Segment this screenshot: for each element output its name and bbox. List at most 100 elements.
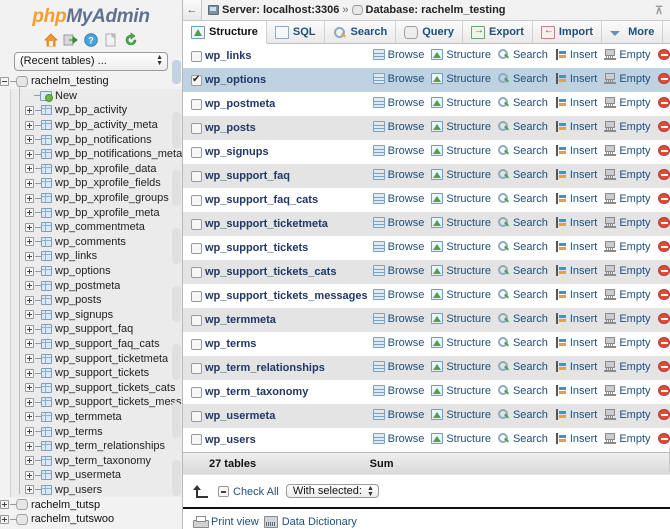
action-structure[interactable]: Structure <box>431 289 491 301</box>
action-insert[interactable]: Insert <box>555 97 597 109</box>
table-name-cell[interactable]: wp_support_faq <box>203 164 369 188</box>
action-insert[interactable]: Insert <box>555 217 597 229</box>
table-name-cell[interactable]: wp_support_tickets_messages <box>203 284 369 308</box>
action-drop[interactable]: Drop <box>657 337 670 349</box>
table-row[interactable]: wp_users Browse Structure Search Insert Empty… <box>183 428 670 452</box>
tree-table-item[interactable]: wp_term_relationships <box>10 438 182 454</box>
expand-node-icon[interactable] <box>25 397 34 407</box>
row-checkbox[interactable] <box>191 146 202 158</box>
action-search[interactable]: Search <box>497 433 548 445</box>
table-name-cell[interactable]: wp_termmeta <box>203 308 369 332</box>
tree-table-item[interactable]: wp_postmeta <box>10 278 182 293</box>
help-icon[interactable]: ? <box>83 32 99 48</box>
action-insert[interactable]: Insert <box>555 49 597 61</box>
reload-icon[interactable] <box>123 32 139 48</box>
tab-sql[interactable]: SQL <box>267 21 325 43</box>
action-structure[interactable]: Structure <box>431 49 491 61</box>
expand-node-icon[interactable] <box>25 266 34 276</box>
action-drop[interactable]: Drop <box>657 265 670 277</box>
expand-node-icon[interactable] <box>25 149 34 159</box>
tree-table-item[interactable]: wp_bp_notifications_meta <box>10 146 182 162</box>
table-row[interactable]: wp_term_relationships Browse Structure Sear… <box>183 356 670 380</box>
action-empty[interactable]: Empty <box>604 49 651 61</box>
row-checkbox[interactable] <box>191 434 202 446</box>
table-name-cell[interactable]: wp_term_taxonomy <box>203 380 369 404</box>
action-browse[interactable]: Browse <box>372 49 424 61</box>
action-insert[interactable]: Insert <box>555 313 597 325</box>
docs-icon[interactable] <box>103 32 119 48</box>
action-empty[interactable]: Empty <box>604 265 651 277</box>
action-drop[interactable]: Drop <box>657 361 670 373</box>
row-checkbox[interactable] <box>191 266 202 278</box>
tree-table-item[interactable]: wp_options <box>10 263 182 279</box>
row-checkbox[interactable] <box>191 242 202 254</box>
tree-table-item[interactable]: wp_bp_activity <box>10 103 182 118</box>
action-browse[interactable]: Browse <box>372 73 424 85</box>
tab-structure[interactable]: Structure <box>183 21 267 44</box>
action-drop[interactable]: Drop <box>657 121 670 133</box>
action-drop[interactable]: Drop <box>657 385 670 397</box>
tree-database-item[interactable]: rachelm_tutswoo <box>0 512 182 527</box>
action-drop[interactable]: Drop <box>657 169 670 181</box>
table-row[interactable]: wp_posts Browse Structure Search Insert Empty… <box>183 116 670 140</box>
tree-table-item[interactable]: wp_support_tickets_mess <box>10 395 182 410</box>
action-search[interactable]: Search <box>497 385 548 397</box>
action-browse[interactable]: Browse <box>372 433 424 445</box>
action-structure[interactable]: Structure <box>431 169 491 181</box>
table-row[interactable]: wp_support_tickets_cats Browse Structure Se… <box>183 260 670 284</box>
action-structure[interactable]: Structure <box>431 193 491 205</box>
tree-table-item[interactable]: wp_links <box>10 249 182 264</box>
row-checkbox[interactable] <box>191 314 202 326</box>
table-row[interactable]: wp_support_faq_cats Browse Structure Search… <box>183 188 670 212</box>
tree-table-item[interactable]: wp_posts <box>10 292 182 308</box>
tab-export[interactable]: Export <box>463 21 533 43</box>
expand-node-icon[interactable] <box>25 178 34 188</box>
tree-table-item[interactable]: wp_bp_xprofile_meta <box>10 205 182 220</box>
action-structure[interactable]: Structure <box>431 433 491 445</box>
action-drop[interactable]: Drop <box>657 49 670 61</box>
expand-node-icon[interactable] <box>25 281 34 291</box>
action-search[interactable]: Search <box>497 313 548 325</box>
tree-table-item[interactable]: wp_termmeta <box>10 409 182 425</box>
tree-table-item[interactable]: wp_users <box>10 482 182 498</box>
expand-node-icon[interactable] <box>25 441 34 451</box>
action-browse[interactable]: Browse <box>372 241 424 253</box>
action-empty[interactable]: Empty <box>604 217 651 229</box>
tree-table-item[interactable]: wp_terms <box>10 424 182 439</box>
tab-import[interactable]: Import <box>533 21 603 43</box>
table-row[interactable]: wp_termmeta Browse Structure Search Insert Em… <box>183 308 670 332</box>
expand-node-icon[interactable] <box>25 368 34 378</box>
table-name-cell[interactable]: wp_users <box>203 428 369 452</box>
action-empty[interactable]: Empty <box>604 97 651 109</box>
expand-node-icon[interactable] <box>25 193 34 203</box>
action-structure[interactable]: Structure <box>431 73 491 85</box>
action-insert[interactable]: Insert <box>555 289 597 301</box>
tree-table-item[interactable]: wp_support_faq_cats <box>10 336 182 352</box>
sidebar-scrollbar[interactable] <box>172 60 181 527</box>
action-search[interactable]: Search <box>497 97 548 109</box>
action-search[interactable]: Search <box>497 337 548 349</box>
tree-table-item[interactable]: wp_bp_xprofile_fields <box>10 176 182 191</box>
recent-tables-select[interactable]: (Recent tables) ... <box>14 52 168 71</box>
action-insert[interactable]: Insert <box>555 361 597 373</box>
action-search[interactable]: Search <box>497 49 548 61</box>
action-structure[interactable]: Structure <box>431 145 491 157</box>
sidebar-scrollbar-thumb[interactable] <box>172 60 181 84</box>
tree-new-item[interactable]: New <box>10 88 182 104</box>
action-browse[interactable]: Browse <box>372 385 424 397</box>
table-name-cell[interactable]: wp_support_tickets_cats <box>203 260 369 284</box>
action-empty[interactable]: Empty <box>604 433 651 445</box>
action-browse[interactable]: Browse <box>372 217 424 229</box>
collapse-icon[interactable]: ⊼ <box>648 0 670 20</box>
action-search[interactable]: Search <box>497 121 548 133</box>
breadcrumb-server[interactable]: Server: localhost:3306 <box>222 4 339 16</box>
table-name-cell[interactable]: wp_usermeta <box>203 404 369 428</box>
action-empty[interactable]: Empty <box>604 409 651 421</box>
action-structure[interactable]: Structure <box>431 97 491 109</box>
expand-node-icon[interactable] <box>25 237 34 247</box>
action-search[interactable]: Search <box>497 169 548 181</box>
table-name-cell[interactable]: wp_links <box>203 44 369 68</box>
tree-table-item[interactable]: wp_bp_xprofile_data <box>10 161 182 177</box>
row-checkbox[interactable] <box>191 73 202 86</box>
action-browse[interactable]: Browse <box>372 169 424 181</box>
